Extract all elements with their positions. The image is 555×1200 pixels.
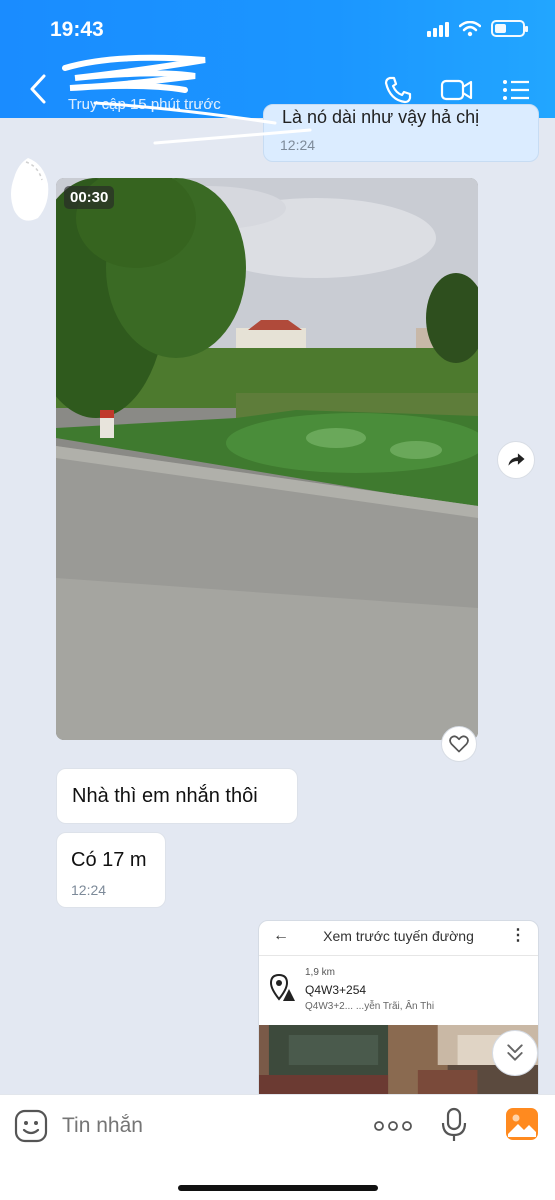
status-icons [427,20,528,37]
chat-header: 19:43 Truy cập 15 phút trước [0,0,555,118]
microphone-icon[interactable] [440,1107,468,1143]
map-pin-icon [269,973,295,1001]
route-distance: 1,9 km [305,967,336,978]
incoming-message[interactable]: Nhà thì em nhắn thôi [56,768,298,824]
message-text: Nhà thì em nhắn thôi [72,785,258,807]
map-image-message[interactable]: ← Xem trước tuyến đường ⋮ 1,9 km Q4W3+25… [258,920,539,1100]
battery-icon [491,20,528,37]
list-menu-icon[interactable] [500,74,532,106]
photo-icon[interactable] [505,1107,539,1141]
heart-icon[interactable] [441,726,477,762]
place-address: Q4W3+2... ...yễn Trãi, Ân Thi [305,1001,435,1012]
wifi-icon [459,20,481,36]
chevron-double-down-icon[interactable] [492,1030,538,1076]
message-input-bar [0,1094,555,1200]
message-input[interactable] [62,1110,342,1142]
kebab-menu-icon: ⋮ [510,927,526,944]
message-text: Có 17 m [71,849,147,871]
status-time: 19:43 [50,18,104,41]
sticker-icon[interactable] [14,1109,48,1143]
video-duration: 00:30 [64,186,115,209]
avatar[interactable] [8,154,52,228]
message-time: 12:24 [280,137,316,153]
message-text: Là nó dài như vậy hả chị [282,107,480,127]
last-seen-status: Truy cập 15 phút trước [68,96,221,113]
incoming-message[interactable]: Có 17 m 12:24 [56,832,166,908]
home-indicator [178,1185,378,1191]
more-dots-icon[interactable] [373,1117,413,1135]
video-thumbnail [56,178,478,740]
video-call-icon[interactable] [440,74,472,106]
share-icon[interactable] [497,441,535,479]
outgoing-message[interactable]: Là nó dài như vậy hả chị 12:24 [263,104,539,162]
message-time: 12:24 [71,882,107,898]
map-title: Xem trước tuyến đường [323,928,474,944]
signal-icon [427,21,449,37]
phone-icon[interactable] [382,74,414,106]
divider [259,955,538,956]
back-icon[interactable] [26,72,50,106]
place-code: Q4W3+254 [305,983,367,997]
video-message[interactable]: 00:30 [56,178,478,740]
